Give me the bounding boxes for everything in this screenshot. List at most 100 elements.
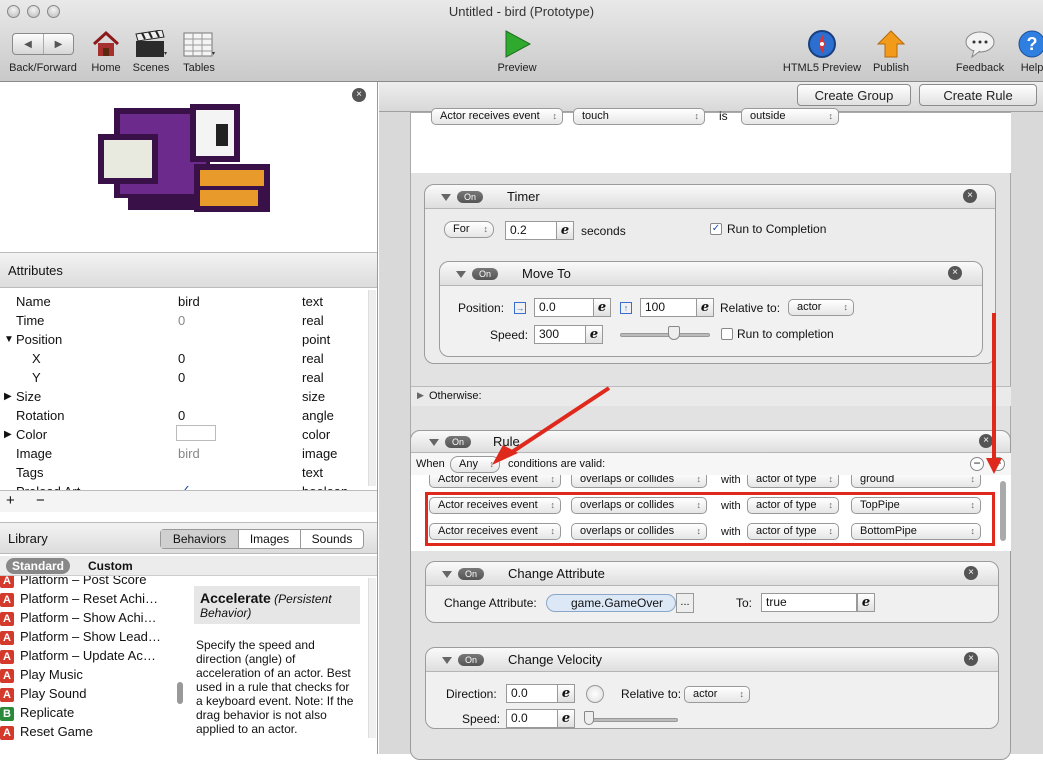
library-item[interactable]: A Play Music (0, 667, 176, 686)
direction-field[interactable]: 0.0 (506, 684, 558, 703)
relative-to-dropdown[interactable]: actor (684, 686, 750, 703)
attribute-value[interactable]: bird (178, 446, 200, 461)
back-arrow-icon[interactable]: ◀ (13, 34, 43, 54)
library-list-scrollbar[interactable] (177, 682, 183, 704)
help-button[interactable]: ? Help (1012, 28, 1043, 74)
attribute-row[interactable]: ▶ Color color (0, 425, 368, 444)
run-to-completion-checkbox[interactable] (721, 328, 733, 340)
change-attribute-on-toggle[interactable]: On (458, 568, 484, 580)
attribute-browse-button[interactable]: ... (676, 593, 694, 613)
attribute-value[interactable]: bird (178, 294, 200, 309)
close-icon[interactable]: × (948, 266, 962, 280)
library-item[interactable]: A Platform – Update Ac… (0, 648, 176, 667)
html5-preview-button[interactable]: HTML5 Preview (780, 28, 864, 74)
speed-slider[interactable] (620, 333, 710, 337)
library-item[interactable]: B Replicate (0, 705, 176, 724)
home-button[interactable]: Home (88, 28, 124, 74)
scenes-button[interactable]: Scenes (130, 28, 172, 74)
close-icon[interactable]: × (979, 434, 993, 448)
expression-editor-button[interactable]: e (593, 298, 611, 317)
close-preview-icon[interactable]: × (352, 88, 366, 102)
collapse-icon[interactable] (441, 194, 451, 201)
move-y-field[interactable]: 100 (640, 298, 700, 317)
speed-slider-knob[interactable] (584, 711, 594, 725)
attribute-row[interactable]: Rotation 0 angle (0, 406, 368, 425)
attribute-row[interactable]: Tags text (0, 463, 368, 482)
attribute-row[interactable]: X 0 real (0, 349, 368, 368)
expand-icon[interactable]: ▶ (417, 390, 424, 401)
library-item[interactable]: A Platform – Show Achi… (0, 610, 176, 629)
create-rule-button[interactable]: Create Rule (919, 84, 1037, 106)
add-attribute-button[interactable]: + (6, 492, 15, 509)
attributes-scrollbar[interactable] (368, 290, 376, 486)
description-scrollbar[interactable] (368, 578, 376, 738)
event-kind-dropdown[interactable]: overlaps or collides (571, 475, 707, 488)
relative-to-dropdown[interactable]: actor (788, 299, 854, 316)
timer-value-field[interactable]: 0.2 (505, 221, 557, 240)
to-value-field[interactable]: true (761, 593, 857, 612)
expression-editor-button[interactable]: e (556, 221, 574, 240)
attribute-row[interactable]: ▼ Position point (0, 330, 368, 349)
attribute-value[interactable]: 0 (178, 313, 185, 328)
subtab-standard[interactable]: Standard (6, 558, 71, 574)
library-item[interactable]: A Reset Game (0, 724, 176, 742)
disclosure-triangle-icon[interactable]: ▶ (4, 429, 12, 440)
expression-editor-button[interactable]: e (857, 593, 875, 612)
tab-behaviors[interactable]: Behaviors (161, 530, 239, 548)
expression-editor-button[interactable]: e (696, 298, 714, 317)
attribute-value[interactable]: 0 (178, 370, 185, 385)
move-speed-field[interactable]: 300 (534, 325, 586, 344)
library-item[interactable]: A Play Sound (0, 686, 176, 705)
any-all-dropdown[interactable]: Any (450, 456, 500, 473)
attribute-row[interactable]: ▶ Size size (0, 387, 368, 406)
target-actor-dropdown[interactable]: ground (851, 475, 981, 488)
attribute-value[interactable]: 0 (178, 408, 185, 423)
disclosure-triangle-icon[interactable]: ▼ (4, 334, 14, 345)
timer-on-toggle[interactable]: On (457, 191, 483, 203)
speed-slider-knob[interactable] (668, 326, 680, 340)
move-to-on-toggle[interactable]: On (472, 268, 498, 280)
subtab-custom[interactable]: Custom (88, 559, 133, 573)
library-item[interactable]: A Platform – Reset Achi… (0, 591, 176, 610)
forward-arrow-icon[interactable]: ▶ (43, 34, 73, 54)
move-x-field[interactable]: 0.0 (534, 298, 594, 317)
back-forward-button[interactable]: ◀ ▶ Back/Forward (6, 28, 80, 74)
close-icon[interactable]: × (964, 652, 978, 666)
disclosure-triangle-icon[interactable]: ▶ (4, 391, 12, 402)
event-type-dropdown[interactable]: Actor receives event (431, 108, 563, 125)
change-velocity-on-toggle[interactable]: On (458, 654, 484, 666)
collapse-icon[interactable] (456, 271, 466, 278)
attribute-row[interactable]: Image bird image (0, 444, 368, 463)
collapse-icon[interactable] (442, 571, 452, 578)
tables-button[interactable]: Tables (178, 28, 220, 74)
attribute-value[interactable]: 0 (178, 351, 185, 366)
preload-art-checkbox[interactable]: ✓ (180, 482, 191, 490)
rule-on-toggle[interactable]: On (445, 436, 471, 448)
expression-editor-button[interactable]: e (557, 684, 575, 703)
attribute-row[interactable]: Y 0 real (0, 368, 368, 387)
close-icon[interactable]: × (963, 189, 977, 203)
speed-slider[interactable] (586, 718, 678, 722)
expression-editor-button[interactable]: e (585, 325, 603, 344)
attribute-token[interactable]: game.GameOver (546, 594, 676, 612)
close-icon[interactable]: × (964, 566, 978, 580)
attribute-row[interactable]: Preload Artboolean✓ (0, 482, 368, 490)
event-type-dropdown[interactable]: Actor receives event (429, 475, 561, 488)
direction-dial[interactable] (586, 685, 604, 703)
timer-mode-dropdown[interactable]: For (444, 221, 494, 238)
library-item[interactable]: A Platform – Post Score (0, 576, 176, 591)
velocity-speed-field[interactable]: 0.0 (506, 709, 558, 728)
attribute-row[interactable]: Time 0 real (0, 311, 368, 330)
publish-button[interactable]: Publish (868, 28, 914, 74)
otherwise-section[interactable]: ▶ Otherwise: (411, 386, 1011, 406)
run-to-completion-checkbox[interactable]: ✓ (710, 223, 722, 235)
conditions-scrollbar[interactable] (1000, 481, 1006, 541)
collapse-icon[interactable] (429, 439, 439, 446)
event-kind-dropdown[interactable]: touch (573, 108, 705, 125)
touch-state-dropdown[interactable]: outside (741, 108, 839, 125)
feedback-button[interactable]: Feedback (952, 28, 1008, 74)
tab-sounds[interactable]: Sounds (301, 530, 363, 548)
remove-condition-button[interactable]: − (970, 457, 984, 471)
color-swatch[interactable] (176, 425, 216, 441)
collapse-icon[interactable] (442, 657, 452, 664)
